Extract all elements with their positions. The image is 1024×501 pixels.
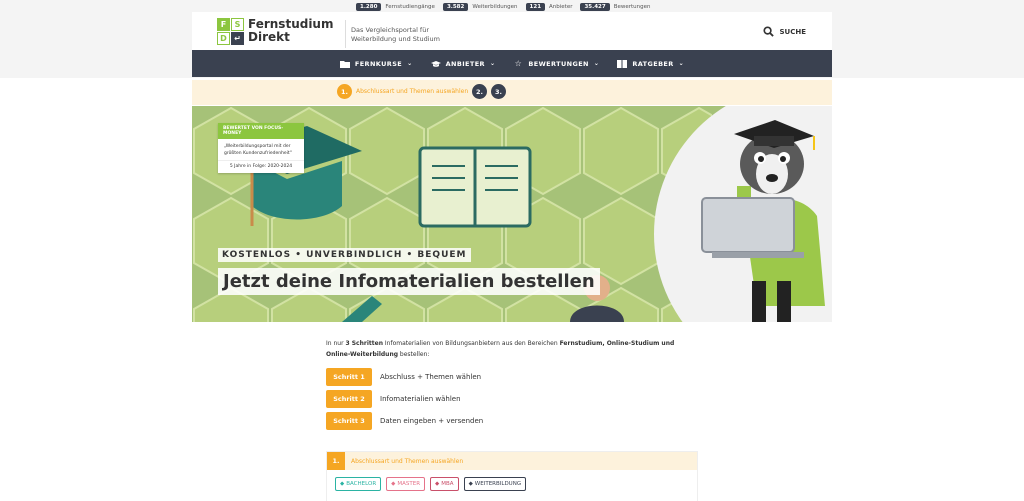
nav-fernkurse[interactable]: FERNKURSE ⌄: [339, 59, 413, 68]
chip-label: WEITERBILDUNG: [474, 481, 522, 487]
chip-master[interactable]: ◆ MASTER: [386, 477, 426, 491]
star-icon: ☆: [514, 59, 523, 68]
chevron-down-icon: ⌄: [678, 60, 685, 67]
site-header: F S D ↵ Fernstudium Direkt Das Vergleich…: [192, 12, 832, 50]
schritt-3-button[interactable]: Schritt 3: [326, 412, 372, 430]
nav-label: FERNKURSE: [354, 59, 403, 68]
schritt-2-label: Infomaterialien wählen: [380, 395, 461, 403]
step-2[interactable]: 2.: [472, 84, 487, 99]
brand-name[interactable]: Fernstudium Direkt: [248, 18, 333, 44]
stat-weiterbildungen: 3.582 Weiterbildungen: [442, 3, 518, 11]
brand-line-2: Direkt: [248, 30, 290, 44]
schritt-row-2: Schritt 2 Infomaterialien wählen: [326, 390, 461, 408]
stat-anbieter: 121 Anbieter: [525, 3, 573, 11]
site-tagline: Das Vergleichsportal für Weiterbildung u…: [351, 26, 491, 44]
stat-label: Fernstudiengänge: [385, 4, 435, 10]
chip-mba[interactable]: ◆ MBA: [430, 477, 459, 491]
chip-bachelor[interactable]: ◆ BACHELOR: [335, 477, 382, 491]
award-head: BEWERTET VON FOCUS-MONEY: [218, 123, 304, 139]
tag-icon: ◆: [435, 481, 440, 487]
award-quote: „Weiterbildungsportal mit der größten Ku…: [224, 144, 292, 156]
graduation-cap-icon: [430, 60, 441, 67]
hero-title: Jetzt deine Infomaterialien bestellen: [218, 268, 600, 295]
intro-part: bestellen:: [398, 351, 430, 358]
step-label: Abschlussart und Themen auswählen: [356, 88, 469, 95]
abschluss-chips: ◆ BACHELOR ◆ MASTER ◆ MBA ◆ WEITERBILDUNG: [327, 470, 697, 498]
abschluss-panel: 1. Abschlussart und Themen auswählen ◆ BA…: [326, 451, 698, 501]
award-sub: 5 Jahre in Folge: 2020-2024: [218, 160, 304, 173]
schritt-row-3: Schritt 3 Daten eingeben + versenden: [326, 412, 483, 430]
tag-icon: ◆: [340, 481, 345, 487]
stat-value: 3.582: [442, 3, 469, 11]
progress-steps: 1. Abschlussart und Themen auswählen 2. …: [192, 80, 832, 105]
search-icon: [763, 26, 775, 37]
intro-part: Infomaterialien von Bildungsanbietern au…: [382, 340, 560, 347]
hero-tagline: KOSTENLOS • UNVERBINDLICH • BEQUEM: [218, 248, 471, 262]
tag-icon: ◆: [391, 481, 396, 487]
nav-bewertungen[interactable]: ☆ BEWERTUNGEN ⌄: [513, 59, 600, 68]
focus-money-award: BEWERTET VON FOCUS-MONEY „Weiterbildungs…: [218, 123, 304, 173]
stats-bar: 1.280 Fernstudiengänge 3.582 Weiterbildu…: [356, 3, 651, 11]
tag-icon: ◆: [468, 481, 473, 487]
stat-label: Anbieter: [549, 4, 573, 10]
chip-label: BACHELOR: [346, 481, 377, 487]
search-button[interactable]: SUCHE: [763, 26, 806, 37]
stat-value: 35.427: [580, 3, 610, 11]
chip-label: MBA: [441, 481, 454, 487]
panel-header: 1. Abschlussart und Themen auswählen: [327, 452, 697, 470]
step-number: 1.: [337, 84, 352, 99]
tagline-line-2: Weiterbildung und Studium: [351, 35, 440, 43]
stat-bewertungen: 35.427 Bewertungen: [580, 3, 651, 11]
logo-letter: ↵: [231, 32, 244, 45]
logo-letter: D: [217, 32, 230, 45]
nav-label: RATGEBER: [632, 59, 674, 68]
chevron-down-icon: ⌄: [407, 60, 413, 67]
tagline-line-1: Das Vergleichsportal für: [351, 26, 430, 34]
panel-title: Abschlussart und Themen auswählen: [351, 457, 464, 465]
header-divider: [345, 20, 346, 48]
nav-ratgeber[interactable]: RATGEBER ⌄: [617, 59, 685, 68]
schritt-1-button[interactable]: Schritt 1: [326, 368, 372, 386]
schritt-2-button[interactable]: Schritt 2: [326, 390, 372, 408]
book-icon: [617, 59, 628, 68]
schritt-1-label: Abschluss + Themen wählen: [380, 373, 482, 381]
intro-part: In nur: [326, 340, 346, 347]
nav-label: BEWERTUNGEN: [528, 59, 589, 68]
panel-step-number: 1.: [327, 452, 345, 470]
logo[interactable]: F S D ↵: [217, 18, 244, 45]
logo-letter: S: [231, 18, 244, 31]
stat-value: 121: [525, 3, 546, 11]
chevron-down-icon: ⌄: [593, 60, 600, 67]
stat-fernstudiengaenge: 1.280 Fernstudiengänge: [356, 3, 435, 11]
schritt-3-label: Daten eingeben + versenden: [380, 417, 484, 425]
chevron-down-icon: ⌄: [489, 60, 496, 67]
intro-bold: 3 Schritten: [345, 340, 383, 347]
step-3[interactable]: 3.: [491, 84, 506, 99]
intro-text: In nur 3 Schritten Infomaterialien von B…: [326, 338, 696, 360]
schritt-row-1: Schritt 1 Abschluss + Themen wählen: [326, 368, 481, 386]
search-label: SUCHE: [779, 27, 806, 36]
step-1-active[interactable]: 1. Abschlussart und Themen auswählen: [337, 84, 468, 99]
chip-weiterbildung[interactable]: ◆ WEITERBILDUNG: [463, 477, 527, 491]
stat-value: 1.280: [356, 3, 382, 11]
stat-label: Bewertungen: [613, 4, 651, 10]
logo-letter: F: [217, 18, 230, 31]
stat-label: Weiterbildungen: [472, 4, 518, 10]
chip-label: MASTER: [397, 481, 421, 487]
nav-anbieter[interactable]: ANBIETER ⌄: [430, 59, 496, 68]
folder-icon: [339, 60, 350, 68]
hero-banner: BEWERTET VON FOCUS-MONEY „Weiterbildungs…: [192, 106, 832, 322]
main-nav: FERNKURSE ⌄ ANBIETER ⌄ ☆ BEWERTUNGEN ⌄ R…: [192, 50, 832, 77]
nav-label: ANBIETER: [445, 59, 485, 68]
